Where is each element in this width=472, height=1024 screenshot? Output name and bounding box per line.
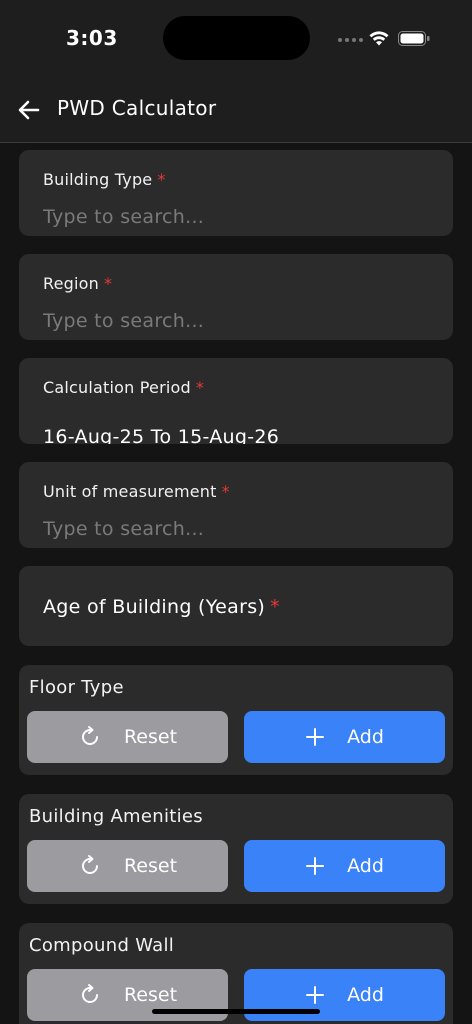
refresh-icon bbox=[81, 855, 98, 874]
calculation-period-value[interactable]: 16-Aug-25 To 15-Aug-26 bbox=[43, 426, 279, 444]
add-label: Add bbox=[347, 855, 384, 877]
floor-type-section: Floor Type Reset Add bbox=[19, 665, 453, 775]
app-bar: PWD Calculator bbox=[0, 80, 472, 143]
plus-icon bbox=[306, 857, 325, 875]
building-type-input[interactable] bbox=[43, 202, 423, 232]
home-indicator bbox=[152, 1009, 320, 1014]
reset-label: Reset bbox=[123, 726, 178, 748]
section-title: Floor Type bbox=[29, 677, 124, 698]
section-title: Compound Wall bbox=[29, 935, 175, 956]
building-type-label: Building Type * bbox=[43, 170, 166, 189]
refresh-icon bbox=[81, 726, 98, 745]
building-amenities-add-button[interactable]: Add bbox=[244, 840, 445, 892]
calculation-period-field[interactable]: Calculation Period * 16-Aug-25 To 15-Aug-… bbox=[19, 358, 453, 444]
add-label: Add bbox=[347, 726, 384, 748]
arrow-left-icon[interactable] bbox=[16, 97, 42, 123]
wifi-icon bbox=[369, 31, 389, 46]
region-label: Region * bbox=[43, 274, 113, 293]
unit-of-measurement-field[interactable]: Unit of measurement * bbox=[19, 462, 453, 548]
region-field[interactable]: Region * bbox=[19, 254, 453, 340]
floor-type-reset-button[interactable]: Reset bbox=[27, 711, 228, 763]
page-title: PWD Calculator bbox=[57, 96, 217, 120]
form-scroll-area[interactable]: Building Type* Region* Calculation Perio… bbox=[0, 144, 472, 1024]
age-of-building-label[interactable]: Age of Building (Years) * bbox=[43, 596, 280, 618]
building-amenities-section: Building Amenities Reset Add bbox=[19, 794, 453, 904]
reset-label: Reset bbox=[123, 855, 178, 877]
floor-type-add-button[interactable]: Add bbox=[244, 711, 445, 763]
battery-icon bbox=[398, 31, 430, 46]
refresh-icon bbox=[81, 984, 98, 1003]
unit-of-measurement-input[interactable] bbox=[43, 514, 423, 544]
unit-of-measurement-label: Unit of measurement * bbox=[43, 482, 230, 501]
section-title: Building Amenities bbox=[29, 806, 203, 827]
status-bar: 3:03 bbox=[0, 0, 472, 80]
building-type-field[interactable]: Building Type * bbox=[19, 150, 453, 236]
plus-icon bbox=[306, 728, 325, 746]
calculation-period-label: Calculation Period * bbox=[43, 378, 205, 397]
reset-label: Reset bbox=[123, 984, 178, 1006]
status-time: 3:03 bbox=[66, 26, 118, 50]
region-input[interactable] bbox=[43, 306, 423, 336]
dynamic-island bbox=[163, 16, 310, 60]
add-label: Add bbox=[347, 984, 384, 1006]
age-of-building-field[interactable]: Age of Building (Years) * bbox=[19, 566, 453, 646]
cellular-signal-icon bbox=[338, 38, 363, 42]
building-amenities-reset-button[interactable]: Reset bbox=[27, 840, 228, 892]
plus-icon bbox=[306, 986, 325, 1004]
